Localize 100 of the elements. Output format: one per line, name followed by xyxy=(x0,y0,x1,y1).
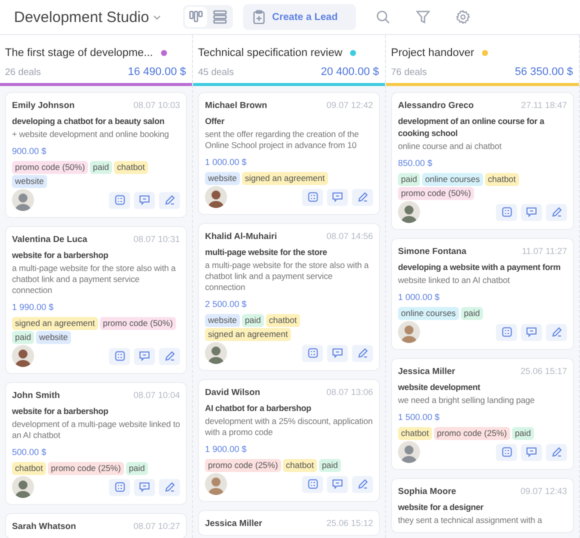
tag: website xyxy=(36,331,71,344)
deal-time: 08.07 10:04 xyxy=(134,389,180,401)
deal-card[interactable]: Sarah Whatson 08.07 10:27 xyxy=(5,513,187,538)
chat-icon xyxy=(332,348,343,358)
deal-time: 09.07 12:43 xyxy=(520,485,567,497)
details-button[interactable] xyxy=(302,476,323,492)
deal-card[interactable]: Alessandro Greco 27.11 18:47 development of an online course for a cooking school online course and ai chatbot 850.00 $ paid online courses chatbot promo code (50%) xyxy=(391,92,574,230)
message-button[interactable] xyxy=(521,444,542,460)
edit-button[interactable] xyxy=(159,192,180,208)
deal-amount: 1 000.00 $ xyxy=(205,156,248,168)
message-button[interactable] xyxy=(134,348,155,364)
edit-button[interactable] xyxy=(546,324,567,340)
deal-card[interactable]: Sophia Moore 09.07 12:43 website for a designer they sent a technical assignment with a xyxy=(391,478,574,533)
tag: chatbot xyxy=(266,314,300,327)
chat-icon xyxy=(526,207,537,217)
edit-button[interactable] xyxy=(159,478,180,496)
message-button[interactable] xyxy=(521,204,542,220)
tag: promo code (50%) xyxy=(398,187,474,200)
client-name: Alessandro Greco xyxy=(398,99,474,111)
deal-card[interactable]: David Wilson 08.07 13:06 AI chatbot for a barbershop development with a 25% discount, application with a promo code 1 900.00 $ promo code (25%) chatbot paid xyxy=(198,379,380,502)
client-name: Simone Fontana xyxy=(398,245,466,257)
deal-amount: 900.00 $ xyxy=(12,145,48,157)
deal-title: AI chatbot for a barbershop xyxy=(205,402,312,414)
board-view-icon xyxy=(189,10,204,24)
client-name: Emily Johnson xyxy=(12,99,75,111)
edit-button[interactable] xyxy=(352,476,373,492)
client-name: Valentina De Luca xyxy=(12,233,88,245)
deal-description: online course and ai chatbot xyxy=(398,141,503,152)
settings-icon[interactable] xyxy=(456,10,470,24)
deal-title: developing a chatbot for a beauty salon xyxy=(12,115,166,127)
board-view-button[interactable] xyxy=(185,7,208,27)
deal-card[interactable]: Jessica Miller 25.06 15:12 xyxy=(198,510,380,536)
deal-card[interactable]: Emily Johnson 08.07 10:03 developing a chatbot for a beauty salon + website development and online booking 900.00 $ promo code (50%) paid chatbot website xyxy=(5,92,187,218)
column-total: 56 350.00 $ xyxy=(514,66,573,78)
column-title: The first stage of developme... xyxy=(5,47,153,59)
deal-card[interactable]: John Smith 08.07 10:04 website for a barbershop development of a multi-page website linked to an AI chatbot 500.00 $ chatbot promo code (25%) paid xyxy=(5,382,187,505)
deal-card[interactable]: Michael Brown 09.07 12:42 Offer sent the offer regarding the creation of the Online School project in advance from 10 1 000.00 $ website signed an agreement xyxy=(198,92,380,215)
client-name: Sophia Moore xyxy=(398,485,456,497)
tag: paid xyxy=(90,161,112,174)
tag: online courses xyxy=(422,173,483,186)
message-button[interactable] xyxy=(327,344,348,362)
details-button[interactable] xyxy=(109,478,130,496)
details-button[interactable] xyxy=(496,444,517,460)
avatar xyxy=(398,441,420,463)
deal-card[interactable] xyxy=(5,226,187,374)
details-button[interactable] xyxy=(302,344,323,362)
card-details-icon xyxy=(308,479,318,489)
deal-time: 08.07 13:06 xyxy=(326,386,373,398)
edit-button[interactable] xyxy=(159,348,180,364)
deal-time: 27.11 18:47 xyxy=(521,99,567,111)
pencil-icon xyxy=(164,195,174,205)
deal-card[interactable] xyxy=(198,223,380,371)
message-button[interactable] xyxy=(134,478,155,496)
edit-button[interactable] xyxy=(352,344,373,362)
filter-icon[interactable] xyxy=(416,10,430,24)
deal-title: website development xyxy=(398,381,482,393)
avatar xyxy=(12,189,34,211)
deal-card[interactable]: Simone Fontana 11.07 11:27 developing a website with a payment form website linked to an AI chatbot 1 000.00 $ online courses paid xyxy=(391,238,574,350)
deal-amount: 1 900.00 $ xyxy=(205,443,248,455)
details-button[interactable] xyxy=(496,324,517,340)
tag: paid xyxy=(242,314,264,327)
deal-description: website linked to an AI chatbot xyxy=(398,275,511,286)
message-button[interactable] xyxy=(327,476,348,492)
deal-count: 76 deals xyxy=(391,66,427,78)
deal-amount: 1 500.00 $ xyxy=(398,411,441,423)
search-icon[interactable] xyxy=(376,10,390,24)
tag: chatbot xyxy=(114,161,148,174)
details-button[interactable] xyxy=(109,348,130,364)
column-total: 20 400.00 $ xyxy=(320,66,379,78)
tag: paid xyxy=(12,331,34,344)
deal-title: website for a designer xyxy=(398,501,484,513)
message-button[interactable] xyxy=(134,192,155,208)
deal-time: 25.06 15:17 xyxy=(520,365,567,377)
message-button[interactable] xyxy=(327,188,348,206)
deal-card[interactable]: Jessica Miller 25.06 15:17 website development we need a bright selling landing page 1 500.00 $ chatbot promo code (25%) paid xyxy=(391,358,574,470)
chat-icon xyxy=(332,192,343,202)
details-button[interactable] xyxy=(109,192,130,208)
deal-count: 26 deals xyxy=(5,66,41,78)
message-button[interactable] xyxy=(521,324,542,340)
deal-description: a multi-page website for the store also with a chatbot link and a payment service connection xyxy=(205,260,370,293)
tag: promo code (25%) xyxy=(434,427,510,440)
deal-description: development with a 25% discount, application with a promo code xyxy=(205,416,373,438)
avatar xyxy=(205,473,227,495)
details-button[interactable] xyxy=(496,204,517,220)
tag: website xyxy=(205,172,240,185)
chat-icon xyxy=(139,482,150,492)
pencil-icon xyxy=(358,192,368,202)
deal-description: sent the offer regarding the creation of the Online School project in advance from 10 xyxy=(205,129,360,151)
pencil-icon xyxy=(552,207,562,217)
card-details-icon xyxy=(502,327,512,337)
edit-button[interactable] xyxy=(546,444,567,460)
edit-button[interactable] xyxy=(352,188,373,206)
edit-button[interactable] xyxy=(546,204,567,220)
card-details-icon xyxy=(502,447,512,457)
details-button[interactable] xyxy=(302,188,323,206)
workspace-selector[interactable]: Development Studio xyxy=(14,8,162,26)
tag: website xyxy=(12,175,47,188)
deal-title: website for a barbershop xyxy=(12,405,110,417)
client-name: Khalid Al-Muhairi xyxy=(205,230,278,242)
deal-title: developing a website with a payment form xyxy=(398,261,562,273)
